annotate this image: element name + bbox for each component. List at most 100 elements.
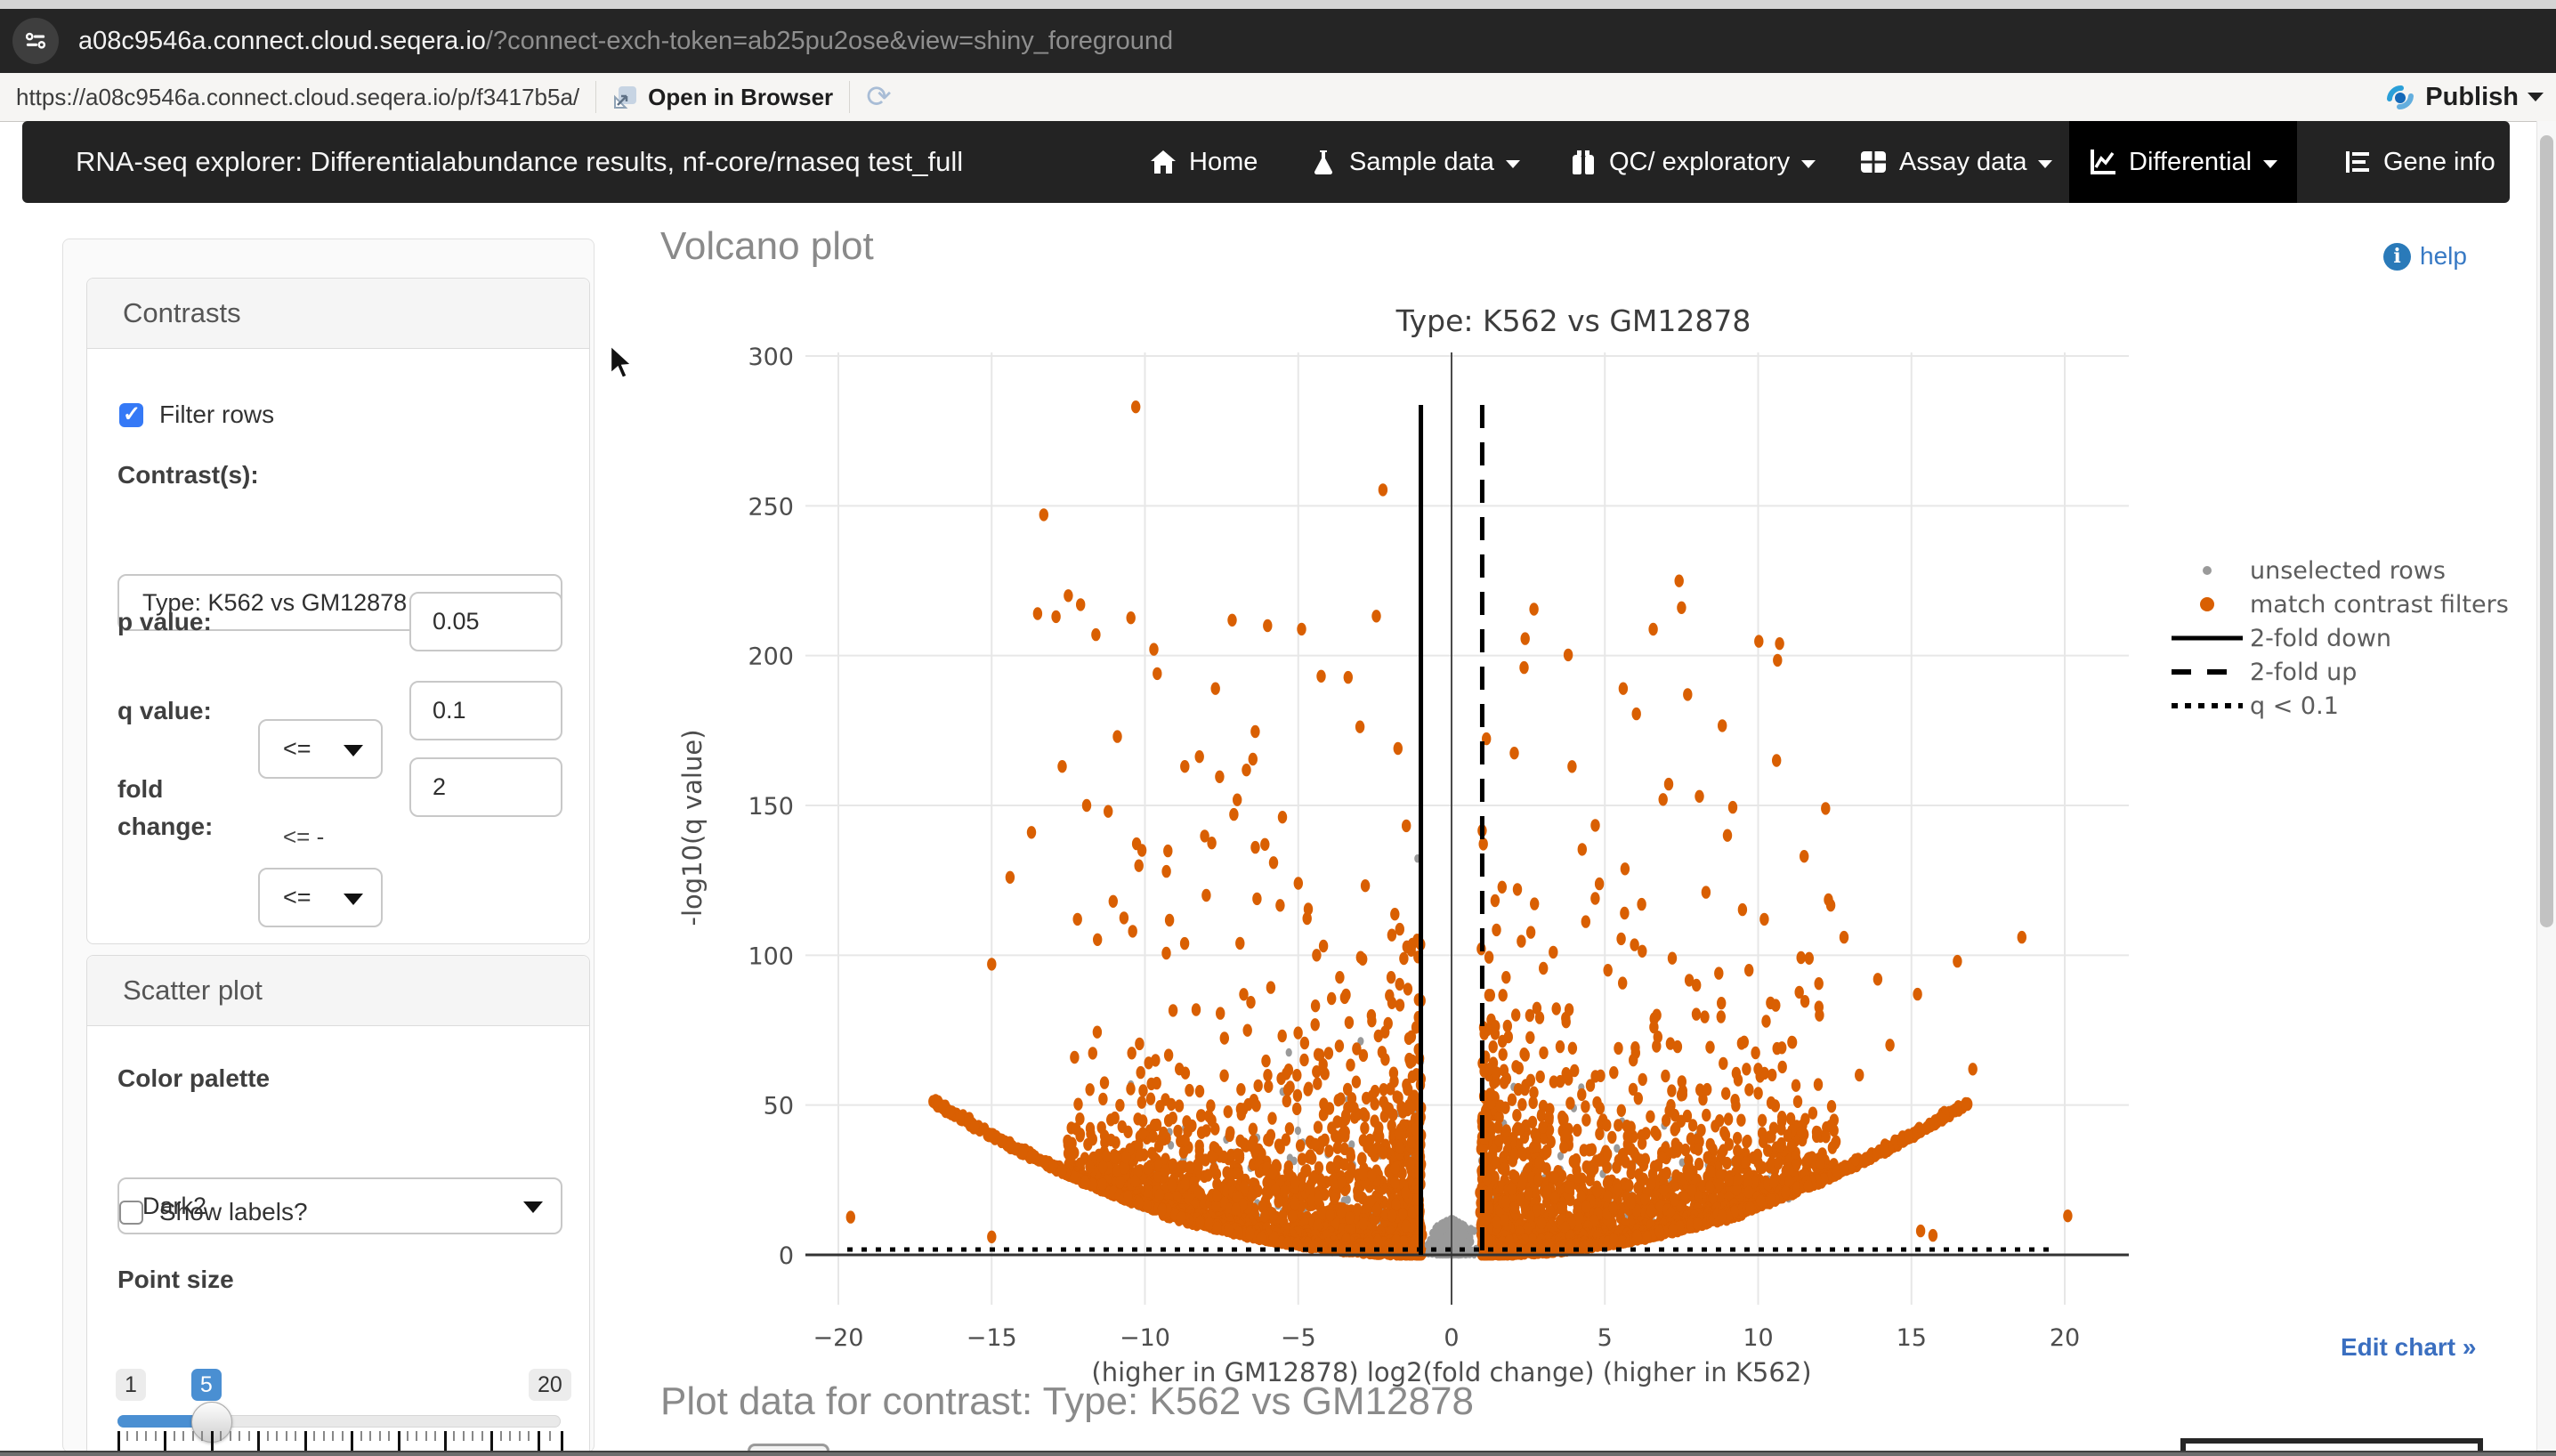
q-value-operator-select[interactable]: <= bbox=[258, 868, 383, 927]
chevron-down-icon bbox=[2528, 93, 2544, 101]
nav-item-sample-data[interactable]: Sample data bbox=[1290, 121, 1540, 203]
chevron-down-icon bbox=[2038, 160, 2052, 168]
point-size-label: Point size bbox=[117, 1266, 234, 1294]
p-value-operator-select[interactable]: <= bbox=[258, 719, 383, 779]
slider-minor-tick bbox=[342, 1431, 344, 1441]
slider-minor-tick bbox=[230, 1431, 231, 1441]
list-icon bbox=[2343, 148, 2372, 176]
publish-label: Publish bbox=[2425, 83, 2519, 112]
slider-minor-tick bbox=[286, 1431, 287, 1441]
info-icon: i bbox=[2383, 243, 2411, 271]
fold-change-input[interactable]: 2 bbox=[409, 757, 562, 817]
nav-item-home[interactable]: Home bbox=[1129, 121, 1277, 203]
slider-minor-tick bbox=[407, 1431, 408, 1441]
legend-item: 2-fold down bbox=[2164, 621, 2391, 655]
legend-marker-icon bbox=[2164, 659, 2250, 685]
show-labels-checkbox-row[interactable]: Show labels? bbox=[119, 1198, 308, 1226]
deployed-url: https://a08c9546a.connect.cloud.seqera.i… bbox=[16, 84, 579, 111]
tune-icon bbox=[21, 27, 50, 55]
volcano-plot[interactable]: Type: K562 vs GM12878050100150200250300−… bbox=[659, 294, 2154, 1415]
page-url[interactable]: a08c9546a.connect.cloud.seqera.io/?conne… bbox=[78, 27, 1173, 56]
publish-button[interactable]: Publish bbox=[2384, 73, 2544, 121]
filter-rows-checkbox-row[interactable]: Filter rows bbox=[119, 400, 274, 429]
app-navbar: RNA-seq explorer: Differentialabundance … bbox=[22, 121, 2510, 203]
slider-major-tick bbox=[304, 1431, 307, 1451]
contrasts-panel-header: Contrasts bbox=[87, 279, 589, 349]
slider-minor-tick bbox=[295, 1431, 296, 1441]
browser-address-bar[interactable]: a08c9546a.connect.cloud.seqera.io/?conne… bbox=[0, 9, 2556, 73]
scatter-plot-panel: Scatter plot Color palette Dark2 Show la… bbox=[86, 955, 590, 1454]
scrollbar-thumb[interactable] bbox=[2540, 135, 2553, 927]
nav-label: Home bbox=[1189, 148, 1258, 177]
home-icon bbox=[1149, 148, 1177, 176]
site-settings-button[interactable] bbox=[12, 18, 59, 64]
divider bbox=[595, 81, 596, 113]
slider-minor-tick bbox=[267, 1431, 269, 1441]
plot-legend: unselected rowsmatch contrast filters2-f… bbox=[2164, 554, 2520, 740]
slider-min-badge: 1 bbox=[116, 1369, 146, 1401]
fold-change-label-1: fold bbox=[117, 775, 163, 804]
slider-major-tick bbox=[164, 1431, 166, 1451]
sidebar: Contrasts Filter rows Contrast(s): Type:… bbox=[62, 239, 595, 1452]
refresh-icon[interactable]: ⟳ bbox=[866, 79, 892, 115]
nav-item-assay-data[interactable]: Assay data bbox=[1840, 121, 2072, 203]
nav-item-differential[interactable]: Differential bbox=[2069, 121, 2297, 203]
slider-minor-tick bbox=[388, 1431, 390, 1441]
slider-major-tick bbox=[211, 1431, 214, 1451]
fold-change-label-2: change: bbox=[117, 813, 213, 841]
scatter-title: Scatter plot bbox=[123, 975, 263, 1007]
scatter-panel-header: Scatter plot bbox=[87, 956, 589, 1026]
slider-minor-tick bbox=[276, 1431, 278, 1441]
slider-minor-tick bbox=[360, 1431, 362, 1441]
nav-item-qc-exploratory[interactable]: QC/ exploratory bbox=[1549, 121, 1835, 203]
chevron-down-icon bbox=[523, 1201, 543, 1213]
nav-label: Differential bbox=[2129, 148, 2252, 177]
legend-item: q < 0.1 bbox=[2164, 689, 2339, 723]
open-in-browser-button[interactable]: Open in Browser bbox=[648, 84, 833, 111]
slider-minor-tick bbox=[239, 1431, 240, 1441]
show-labels-checkbox[interactable] bbox=[119, 1201, 143, 1225]
slider-minor-tick bbox=[220, 1431, 222, 1441]
slider-minor-tick bbox=[201, 1431, 203, 1441]
contrasts-panel: Contrasts Filter rows Contrast(s): Type:… bbox=[86, 278, 590, 944]
nav-item-gene-info[interactable]: Gene info bbox=[2324, 121, 2515, 203]
p-operator-value: <= bbox=[283, 735, 311, 763]
filter-rows-label: Filter rows bbox=[159, 400, 274, 429]
fc-operator-overflow-text: <= - bbox=[283, 823, 324, 851]
binoculars-icon bbox=[1569, 148, 1598, 176]
slider-minor-tick bbox=[145, 1431, 147, 1441]
chart-line-icon bbox=[2089, 148, 2117, 176]
show-labels-label: Show labels? bbox=[159, 1198, 308, 1226]
chevron-down-icon bbox=[1506, 160, 1520, 168]
slider-value-badge: 5 bbox=[191, 1369, 222, 1401]
filter-rows-checkbox[interactable] bbox=[119, 403, 143, 427]
url-params: /?connect-exch-token=ab25pu2ose&view=shi… bbox=[486, 27, 1173, 55]
legend-label: 2-fold down bbox=[2250, 625, 2391, 652]
legend-item: 2-fold up bbox=[2164, 655, 2357, 689]
point-size-slider[interactable]: 152013579111315171920 bbox=[87, 1303, 589, 1454]
slider-minor-tick bbox=[528, 1431, 530, 1441]
slider-major-tick bbox=[398, 1431, 400, 1451]
legend-marker-icon bbox=[2164, 625, 2250, 651]
help-link[interactable]: i help bbox=[2383, 242, 2467, 271]
contrast-label: Contrast(s): bbox=[117, 461, 259, 489]
slider-minor-tick bbox=[126, 1431, 128, 1441]
url-host: a08c9546a.connect.cloud.seqera.io bbox=[78, 27, 486, 55]
chevron-down-icon bbox=[2263, 160, 2277, 168]
edit-chart-link[interactable]: Edit chart » bbox=[2341, 1333, 2476, 1362]
slider-minor-tick bbox=[136, 1431, 138, 1441]
help-label: help bbox=[2420, 242, 2467, 271]
nav-label: Sample data bbox=[1349, 148, 1494, 177]
slider-minor-tick bbox=[332, 1431, 334, 1441]
slider-minor-tick bbox=[472, 1431, 473, 1441]
slider-minor-tick bbox=[463, 1431, 465, 1441]
slider-minor-tick bbox=[509, 1431, 511, 1441]
q-value-input[interactable]: 0.1 bbox=[409, 681, 562, 740]
chevron-down-icon bbox=[344, 745, 363, 756]
legend-label: q < 0.1 bbox=[2250, 692, 2339, 720]
divider bbox=[849, 81, 850, 113]
slider-major-tick bbox=[561, 1431, 563, 1451]
table-icon bbox=[1859, 148, 1888, 176]
plot-data-heading: Plot data for contrast: Type: K562 vs GM… bbox=[660, 1379, 1474, 1424]
p-value-input[interactable]: 0.05 bbox=[409, 592, 562, 651]
